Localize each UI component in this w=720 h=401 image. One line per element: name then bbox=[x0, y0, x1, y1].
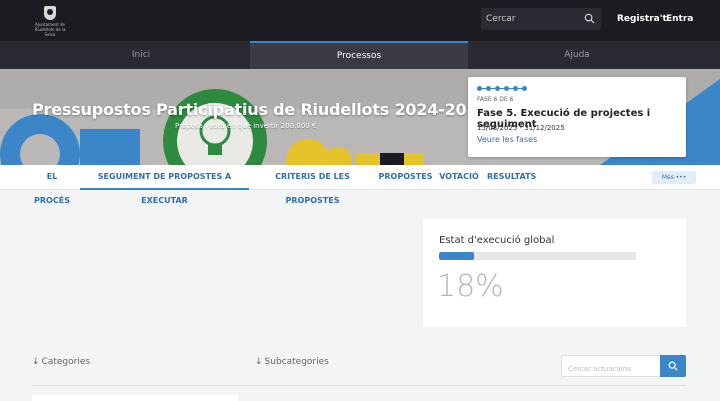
phase-dot bbox=[504, 86, 509, 91]
actions-search bbox=[561, 355, 660, 379]
phase-dot bbox=[522, 86, 527, 91]
process-title: Pressupostos Participatius de Riudellots… bbox=[32, 100, 489, 119]
execution-title: Estat d'execució global bbox=[439, 235, 555, 246]
main-nav-processos[interactable]: Processos bbox=[250, 41, 468, 69]
site-logo[interactable]: Ajuntament de Riudellots de la Selva bbox=[30, 6, 70, 37]
main-nav-ajuda[interactable]: Ajuda bbox=[468, 41, 686, 69]
phase-dot bbox=[486, 86, 491, 91]
tab-el-proces[interactable]: EL PROCÉS bbox=[30, 165, 74, 205]
tab-propostes[interactable]: PROPOSTES bbox=[378, 165, 433, 190]
logo-line-2: Riudellots de la Selva bbox=[34, 27, 66, 37]
search-icon bbox=[668, 361, 678, 371]
execution-status-card: Estat d'execució global 18% bbox=[423, 219, 686, 327]
categories-filter[interactable]: ↓ Categories bbox=[32, 357, 90, 367]
more-tabs-button[interactable]: Més ••• bbox=[652, 171, 696, 184]
actions-search-input[interactable] bbox=[562, 359, 660, 379]
header-search bbox=[481, 8, 601, 30]
crest-icon bbox=[44, 6, 56, 20]
arrow-down-icon: ↓ bbox=[32, 357, 40, 367]
main-nav: Inici Processos Ajuda bbox=[0, 41, 720, 69]
process-sub-nav: EL PROCÉS SEGUIMENT DE PROPOSTES A EXECU… bbox=[0, 165, 720, 205]
execution-progress-bar bbox=[439, 252, 636, 260]
top-bar: Ajuntament de Riudellots de la Selva Reg… bbox=[0, 0, 720, 41]
tab-criteris[interactable]: CRITERIS DE LES PROPOSTES bbox=[255, 165, 370, 205]
filters-divider bbox=[32, 385, 686, 386]
phase-step-count: FASE 6 DE 6 bbox=[477, 96, 514, 103]
execution-progress-fill bbox=[439, 252, 475, 260]
categories-label: Categories bbox=[41, 357, 91, 367]
header-search-input[interactable] bbox=[481, 8, 581, 30]
subcategories-label: Subcategories bbox=[264, 357, 329, 367]
arrow-down-icon: ↓ bbox=[255, 357, 263, 367]
action-card[interactable] bbox=[32, 395, 238, 401]
tab-votacio[interactable]: VOTACIÓ bbox=[439, 165, 479, 190]
phase-dates: 15/03/2025 - 31/12/2025 bbox=[477, 124, 565, 132]
register-link[interactable]: Registra't bbox=[617, 14, 667, 24]
process-subtitle: Proposa i vota en què invertir 200.000 € bbox=[175, 122, 317, 130]
phase-dot bbox=[495, 86, 500, 91]
search-icon[interactable] bbox=[584, 13, 595, 24]
subcategories-filter[interactable]: ↓ Subcategories bbox=[255, 357, 329, 367]
actions-search-button[interactable] bbox=[660, 355, 686, 377]
login-link[interactable]: Entra bbox=[666, 14, 693, 24]
phase-dot bbox=[513, 86, 518, 91]
phase-dot bbox=[477, 86, 482, 91]
main-nav-inici[interactable]: Inici bbox=[32, 41, 250, 69]
phase-card: FASE 6 DE 6 Fase 5. Execució de projecte… bbox=[468, 77, 686, 157]
execution-percent: 18% bbox=[437, 269, 504, 304]
view-phases-link[interactable]: Veure les fases bbox=[477, 135, 537, 144]
tab-resultats[interactable]: RESULTATS bbox=[487, 165, 536, 190]
tab-seguiment[interactable]: SEGUIMENT DE PROPOSTES A EXECUTAR bbox=[80, 165, 249, 205]
